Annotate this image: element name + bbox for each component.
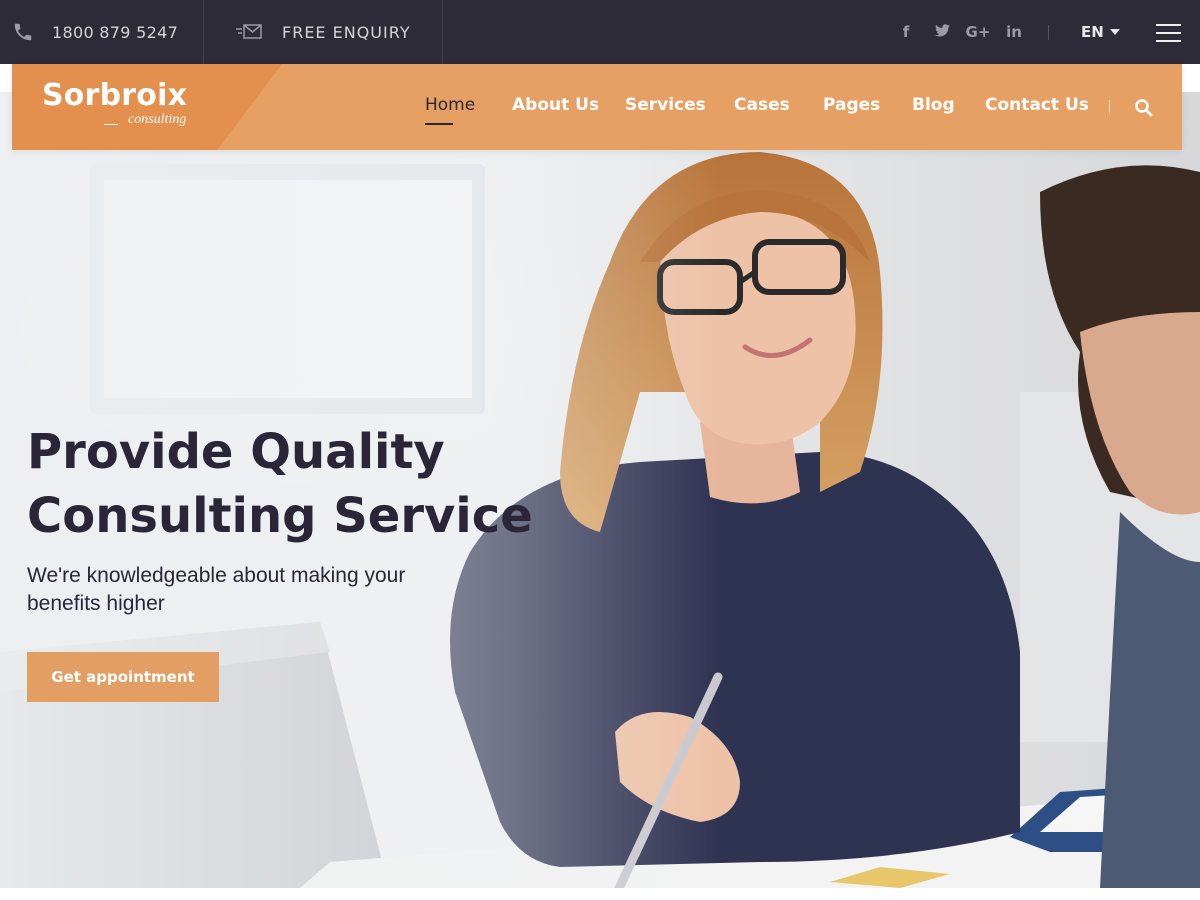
topbar-divider xyxy=(1048,25,1049,40)
hero-section: Provide Quality Consulting Service We're… xyxy=(0,92,1200,888)
linkedin-icon[interactable]: in xyxy=(996,23,1032,41)
active-nav-underline xyxy=(425,123,453,125)
nav-item-home[interactable]: Home xyxy=(425,95,475,115)
language-label: EN xyxy=(1081,23,1104,41)
free-enquiry-link[interactable]: FREE ENQUIRY xyxy=(204,0,443,64)
language-selector[interactable]: EN xyxy=(1081,23,1120,41)
mail-send-icon xyxy=(236,24,262,39)
nav-divider xyxy=(1109,100,1110,114)
phone-contact[interactable]: 1800 879 5247 xyxy=(0,0,204,64)
hamburger-menu-icon[interactable] xyxy=(1156,24,1181,42)
nav-item-services[interactable]: Services xyxy=(625,95,706,115)
social-links: f G+ in xyxy=(888,0,1032,64)
twitter-icon[interactable] xyxy=(924,23,960,41)
hero-title-line-2: Consulting Service xyxy=(27,488,533,544)
main-header: Sorbroix consulting Home About Us Servic… xyxy=(12,64,1182,150)
facebook-icon[interactable]: f xyxy=(888,23,924,41)
google-plus-icon[interactable]: G+ xyxy=(960,23,996,41)
get-appointment-button[interactable]: Get appointment xyxy=(27,652,219,702)
top-bar: 1800 879 5247 FREE ENQUIRY f G+ in EN xyxy=(0,0,1200,64)
hero-title: Provide Quality Consulting Service xyxy=(27,420,587,548)
hero-title-line-1: Provide Quality xyxy=(27,424,445,480)
nav-item-cases[interactable]: Cases xyxy=(734,95,790,115)
nav-item-pages[interactable]: Pages xyxy=(823,95,880,115)
nav-item-blog[interactable]: Blog xyxy=(912,95,955,115)
main-navigation: Home About Us Services Cases Pages Blog … xyxy=(12,64,1182,150)
nav-item-contact-us[interactable]: Contact Us xyxy=(985,95,1089,115)
hero-subtitle: We're knowledgeable about making your be… xyxy=(27,564,406,615)
search-icon[interactable] xyxy=(1134,98,1154,118)
free-enquiry-label: FREE ENQUIRY xyxy=(282,22,411,42)
nav-item-about-us[interactable]: About Us xyxy=(512,95,599,115)
phone-number: 1800 879 5247 xyxy=(52,22,179,42)
caret-down-icon xyxy=(1109,29,1120,35)
phone-icon xyxy=(14,23,32,41)
